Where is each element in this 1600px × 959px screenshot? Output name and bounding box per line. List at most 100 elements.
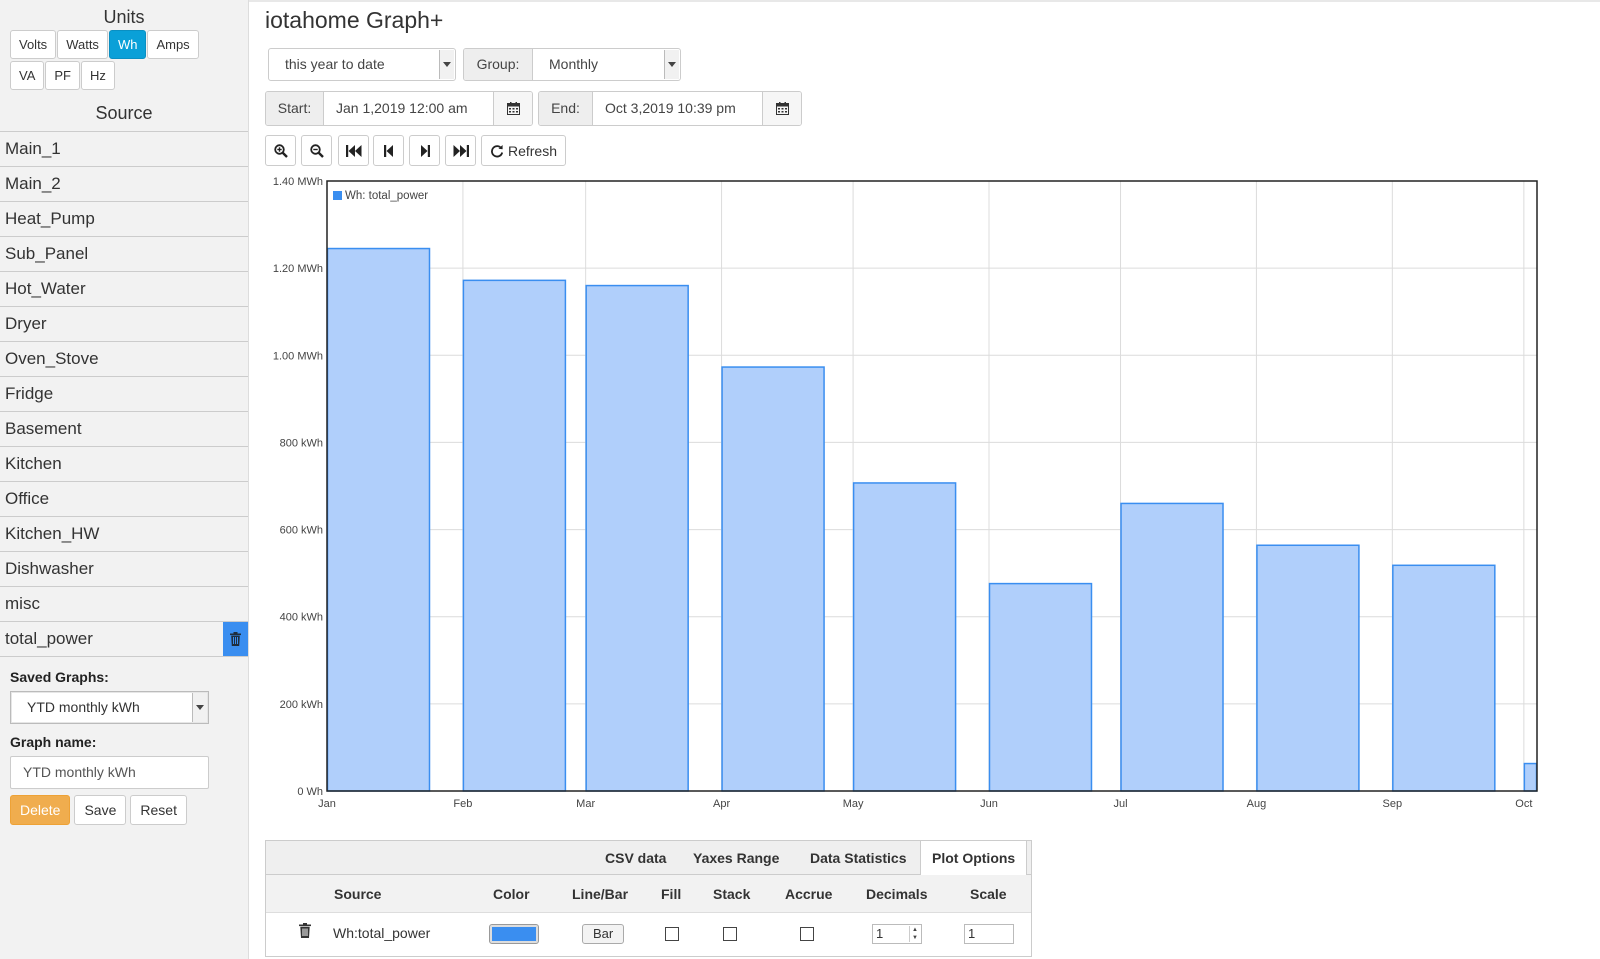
y-tick-label: 1.40 MWh	[273, 176, 323, 188]
unit-button-watts[interactable]: Watts	[57, 30, 108, 59]
x-tick-label: Apr	[713, 798, 730, 810]
delete-button[interactable]: Delete	[10, 795, 71, 825]
bar-jul	[1120, 502, 1224, 792]
x-tick-label: Mar	[576, 798, 595, 810]
y-axis-ticks: 0 Wh 200 kWh 400 kWh 600 kWh 800 kWh 1.00 MWh…	[273, 176, 323, 798]
zoom-in-button[interactable]	[265, 135, 296, 166]
x-tick-label: Jun	[980, 798, 998, 810]
source-item-fridge[interactable]: Fridge	[0, 377, 248, 412]
bar-aug	[1256, 544, 1360, 792]
source-item-heat-pump[interactable]: Heat_Pump	[0, 202, 248, 237]
source-item-main-2[interactable]: Main_2	[0, 167, 248, 202]
options-panel: CSV data Yaxes Range Data Statistics Plo…	[265, 840, 1032, 957]
source-item-kitchen-hw[interactable]: Kitchen_HW	[0, 517, 248, 552]
bar-feb	[462, 279, 567, 792]
unit-button-va[interactable]: VA	[10, 61, 45, 90]
x-tick-label: Oct	[1515, 798, 1532, 810]
decimals-input[interactable]: 1 ▲ ▼	[872, 924, 922, 944]
chevron-down-icon	[439, 50, 454, 79]
legend-label: Wh: total_power	[345, 190, 428, 202]
source-item-office[interactable]: Office	[0, 482, 248, 517]
trash-icon	[299, 923, 311, 938]
jump-back-button[interactable]	[338, 135, 369, 166]
unit-button-wh[interactable]: Wh	[108, 30, 147, 59]
series-color-fill	[492, 927, 536, 941]
unit-button-volts[interactable]: Volts	[10, 30, 57, 59]
source-list: Main_1 Main_2 Heat_Pump Sub_Panel Hot_Wa…	[0, 131, 248, 657]
source-item-misc[interactable]: misc	[0, 587, 248, 622]
line-bar-toggle[interactable]: Bar	[582, 924, 625, 944]
end-label: End:	[539, 92, 593, 125]
col-fill: Fill	[661, 886, 682, 902]
accrue-checkbox[interactable]	[800, 927, 814, 941]
save-button[interactable]: Save	[74, 795, 127, 825]
step-back-button[interactable]	[373, 135, 404, 166]
fill-checkbox[interactable]	[665, 927, 679, 941]
source-item-basement[interactable]: Basement	[0, 412, 248, 447]
jump-forward-button[interactable]	[445, 135, 476, 166]
source-item-dishwasher[interactable]: Dishwasher	[0, 552, 248, 587]
unit-button-hz[interactable]: Hz	[81, 61, 115, 90]
start-date-input[interactable]: Jan 1,2019 12:00 am	[324, 92, 494, 125]
x-tick-label: Feb	[453, 798, 472, 810]
x-tick-label: Jul	[1113, 798, 1127, 810]
refresh-button[interactable]: Refresh	[481, 135, 566, 166]
col-line-bar: Line/Bar	[572, 886, 629, 902]
x-axis-ticks: Jan Feb Mar Apr May Jun Jul Aug Sep Oct	[318, 798, 1532, 810]
zoom-in-icon	[273, 143, 288, 158]
start-date-field: Start: Jan 1,2019 12:00 am	[265, 91, 533, 126]
y-tick-label: 0 Wh	[297, 786, 323, 798]
top-border	[249, 0, 1600, 2]
spinner-icon[interactable]: ▲ ▼	[909, 926, 920, 942]
step-backward-icon	[383, 144, 393, 157]
source-item-hot-water[interactable]: Hot_Water	[0, 272, 248, 307]
series-color-picker[interactable]	[489, 924, 539, 944]
graph-name-label: Graph name:	[10, 734, 97, 750]
step-forward-icon	[420, 144, 430, 157]
graph-actions: Delete Save Reset	[0, 795, 248, 825]
x-tick-label: Sep	[1383, 798, 1403, 810]
decimals-value: 1	[876, 926, 884, 941]
bar-apr	[721, 366, 825, 792]
source-item-main-1[interactable]: Main_1	[0, 132, 248, 167]
unit-button-pf[interactable]: PF	[45, 61, 81, 90]
units-heading: Units	[103, 7, 145, 27]
zoom-out-button[interactable]	[301, 135, 332, 166]
source-item-oven-stove[interactable]: Oven_Stove	[0, 342, 248, 377]
col-source: Source	[334, 886, 382, 902]
zoom-out-icon	[309, 143, 324, 158]
energy-bar-chart: 0 Wh 200 kWh 400 kWh 600 kWh 800 kWh 1.00 MWh…	[273, 176, 1538, 810]
chevron-down-icon	[192, 693, 207, 722]
end-calendar-button[interactable]	[763, 92, 801, 125]
unit-button-amps[interactable]: Amps	[147, 30, 199, 59]
source-item-dryer[interactable]: Dryer	[0, 307, 248, 342]
tab-data-statistics[interactable]: Data Statistics	[810, 841, 906, 875]
x-tick-label: Aug	[1247, 798, 1267, 810]
range-select[interactable]: this year to date	[268, 48, 456, 81]
source-item-kitchen[interactable]: Kitchen	[0, 447, 248, 482]
scale-input[interactable]: 1	[964, 924, 1014, 944]
reset-button[interactable]: Reset	[130, 795, 187, 825]
source-item-label: total_power	[5, 629, 93, 648]
remove-series-button[interactable]	[299, 923, 311, 941]
graph-name-input[interactable]: YTD monthly kWh	[10, 756, 209, 789]
source-item-total-power[interactable]: total_power	[0, 622, 248, 657]
end-date-input[interactable]: Oct 3,2019 10:39 pm	[593, 92, 763, 125]
start-label: Start:	[266, 92, 324, 125]
step-forward-button[interactable]	[409, 135, 440, 166]
col-stack: Stack	[713, 886, 751, 902]
start-calendar-button[interactable]	[494, 92, 532, 125]
stack-checkbox[interactable]	[723, 927, 737, 941]
sidebar: Units Volts Watts Wh Amps VA PF Hz Sourc…	[0, 0, 249, 959]
tab-yaxes-range[interactable]: Yaxes Range	[693, 841, 779, 875]
options-header-row: Source Color Line/Bar Fill Stack Accrue …	[266, 875, 1031, 913]
tab-plot-options[interactable]: Plot Options	[920, 841, 1028, 876]
remove-source-button[interactable]	[223, 622, 248, 656]
source-item-sub-panel[interactable]: Sub_Panel	[0, 237, 248, 272]
group-select[interactable]: Group: Monthly	[463, 48, 681, 81]
bar-mar	[585, 284, 689, 792]
trash-icon	[230, 632, 241, 646]
y-tick-label: 1.20 MWh	[273, 263, 323, 275]
saved-graphs-select[interactable]: YTD monthly kWh	[10, 691, 209, 724]
tab-csv-data[interactable]: CSV data	[605, 841, 666, 875]
